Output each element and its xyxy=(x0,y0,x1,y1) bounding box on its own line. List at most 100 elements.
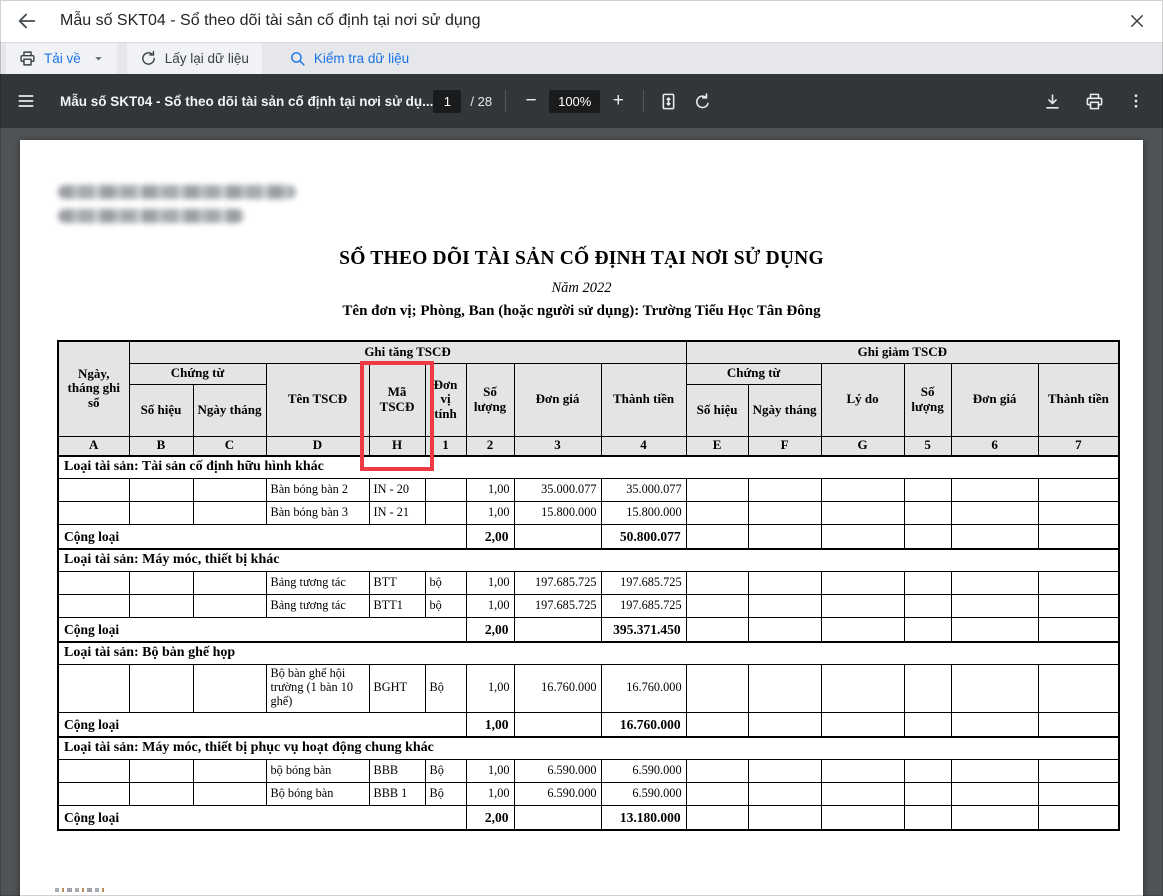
pdf-content-area[interactable]: SỔ THEO DÕI TÀI SẢN CỐ ĐỊNH TẠI NƠI SỬ D… xyxy=(0,128,1163,896)
pdf-more-options-button[interactable] xyxy=(1125,90,1147,112)
doc-date-cell xyxy=(193,664,266,712)
redacted-text-line xyxy=(58,209,244,223)
column-letter-cell: 6 xyxy=(951,436,1038,456)
zoom-in-button[interactable]: + xyxy=(606,89,630,113)
dec-qty-cell xyxy=(904,501,951,524)
back-button[interactable] xyxy=(14,8,40,34)
subtotal-qty: 1,00 xyxy=(466,712,514,737)
dec-amount-cell xyxy=(1038,594,1119,617)
fit-page-button[interactable] xyxy=(657,90,679,112)
subtotal-label: Cộng loại xyxy=(58,524,466,549)
reason-cell xyxy=(821,478,904,501)
fit-page-icon xyxy=(659,92,678,111)
menu-button[interactable] xyxy=(16,90,38,112)
document-title: SỔ THEO DÕI TÀI SẢN CỐ ĐỊNH TẠI NƠI SỬ D… xyxy=(20,248,1143,270)
subtotal-dec-cell xyxy=(1038,617,1119,642)
document-unit-line: Tên đơn vị; Phòng, Ban (hoặc người sử dụ… xyxy=(20,303,1143,320)
dec-doc-no-cell xyxy=(686,594,748,617)
page-footer-fragment xyxy=(55,888,107,892)
column-letter-row: ABCDH1234EFG567 xyxy=(58,436,1119,456)
unit-cell xyxy=(425,478,466,501)
date-cell xyxy=(58,782,129,805)
pdf-print-button[interactable] xyxy=(1083,90,1105,112)
date-cell xyxy=(58,664,129,712)
subtotal-dec-cell xyxy=(1038,805,1119,830)
asset-type-row: Loại tài sản: Máy móc, thiết bị phục vụ … xyxy=(58,737,1119,759)
subtotal-price xyxy=(514,805,601,830)
qty-cell: 1,00 xyxy=(466,501,514,524)
date-cell xyxy=(58,478,129,501)
col-header-date: Ngày, tháng ghi sổ xyxy=(58,341,129,436)
chevron-down-icon[interactable] xyxy=(93,53,104,64)
qty-cell: 1,00 xyxy=(466,571,514,594)
unit-cell: Bộ xyxy=(425,664,466,712)
amount-cell: 16.760.000 xyxy=(601,664,686,712)
subtotal-dec-cell xyxy=(821,617,904,642)
asset-type-row: Loại tài sản: Bộ bàn ghế họp xyxy=(58,642,1119,664)
column-letter-cell: D xyxy=(266,436,369,456)
close-icon xyxy=(1128,12,1146,30)
qty-cell: 1,00 xyxy=(466,594,514,617)
reload-data-button[interactable]: Lấy lại dữ liệu xyxy=(127,43,262,74)
dec-doc-date-cell xyxy=(748,501,821,524)
subtotal-qty: 2,00 xyxy=(466,617,514,642)
reload-data-label: Lấy lại dữ liệu xyxy=(165,51,249,66)
subtotal-dec-cell xyxy=(951,617,1038,642)
col-header-doc-no: Số hiệu xyxy=(129,384,193,436)
print-icon xyxy=(1085,92,1104,111)
rotate-button[interactable] xyxy=(691,90,713,112)
subtotal-dec-cell xyxy=(821,805,904,830)
dec-qty-cell xyxy=(904,571,951,594)
dec-price-cell xyxy=(951,759,1038,782)
col-header-asset-code: Mã TSCĐ xyxy=(369,363,425,436)
check-data-button[interactable]: Kiểm tra dữ liệu xyxy=(276,43,422,74)
subtotal-qty: 2,00 xyxy=(466,805,514,830)
col-header-amount: Thành tiền xyxy=(1038,363,1119,436)
col-header-voucher: Chứng từ xyxy=(129,363,266,384)
subtotal-dec-cell xyxy=(748,617,821,642)
download-button[interactable]: Tải về xyxy=(6,43,117,74)
price-cell: 6.590.000 xyxy=(514,782,601,805)
qty-cell: 1,00 xyxy=(466,759,514,782)
doc-date-cell xyxy=(193,478,266,501)
dec-doc-no-cell xyxy=(686,501,748,524)
close-button[interactable] xyxy=(1125,9,1149,33)
dec-doc-no-cell xyxy=(686,759,748,782)
subtotal-label: Cộng loại xyxy=(58,805,466,830)
subtotal-price xyxy=(514,712,601,737)
asset-row: bộ bóng bànBBBBộ1,006.590.0006.590.000 xyxy=(58,759,1119,782)
dec-doc-no-cell xyxy=(686,571,748,594)
amount-cell: 35.000.077 xyxy=(601,478,686,501)
asset-name-cell: Bộ bàn ghế hội trường (1 bàn 10 ghế) xyxy=(266,664,369,712)
pdf-document-title: Mẫu số SKT04 - Sổ theo dõi tài sản cố đị… xyxy=(60,94,433,109)
price-cell: 15.800.000 xyxy=(514,501,601,524)
col-header-asset-name: Tên TSCĐ xyxy=(266,363,369,436)
pdf-download-button[interactable] xyxy=(1041,90,1063,112)
page-count-label: / 28 xyxy=(470,94,492,109)
zoom-out-button[interactable]: − xyxy=(519,89,543,113)
download-icon xyxy=(1043,92,1062,111)
asset-code-cell: IN - 21 xyxy=(369,501,425,524)
subtotal-dec-cell xyxy=(686,617,748,642)
unit-cell xyxy=(425,501,466,524)
subtotal-dec-cell xyxy=(1038,524,1119,549)
asset-row: Bộ bàn ghế hội trường (1 bàn 10 ghế)BGHT… xyxy=(58,664,1119,712)
doc-date-cell xyxy=(193,759,266,782)
col-header-doc-no: Số hiệu xyxy=(686,384,748,436)
column-letter-cell: B xyxy=(129,436,193,456)
page-number-input[interactable]: 1 xyxy=(433,90,461,113)
reason-cell xyxy=(821,759,904,782)
doc-no-cell xyxy=(129,594,193,617)
dec-doc-date-cell xyxy=(748,571,821,594)
date-cell xyxy=(58,759,129,782)
dec-qty-cell xyxy=(904,759,951,782)
rotate-icon xyxy=(693,92,712,111)
reason-cell xyxy=(821,594,904,617)
subtotal-dec-cell xyxy=(821,712,904,737)
column-letter-cell: 1 xyxy=(425,436,466,456)
zoom-level-input[interactable]: 100% xyxy=(549,90,600,113)
dec-amount-cell xyxy=(1038,501,1119,524)
amount-cell: 6.590.000 xyxy=(601,782,686,805)
doc-no-cell xyxy=(129,664,193,712)
subtotal-amount: 16.760.000 xyxy=(601,712,686,737)
